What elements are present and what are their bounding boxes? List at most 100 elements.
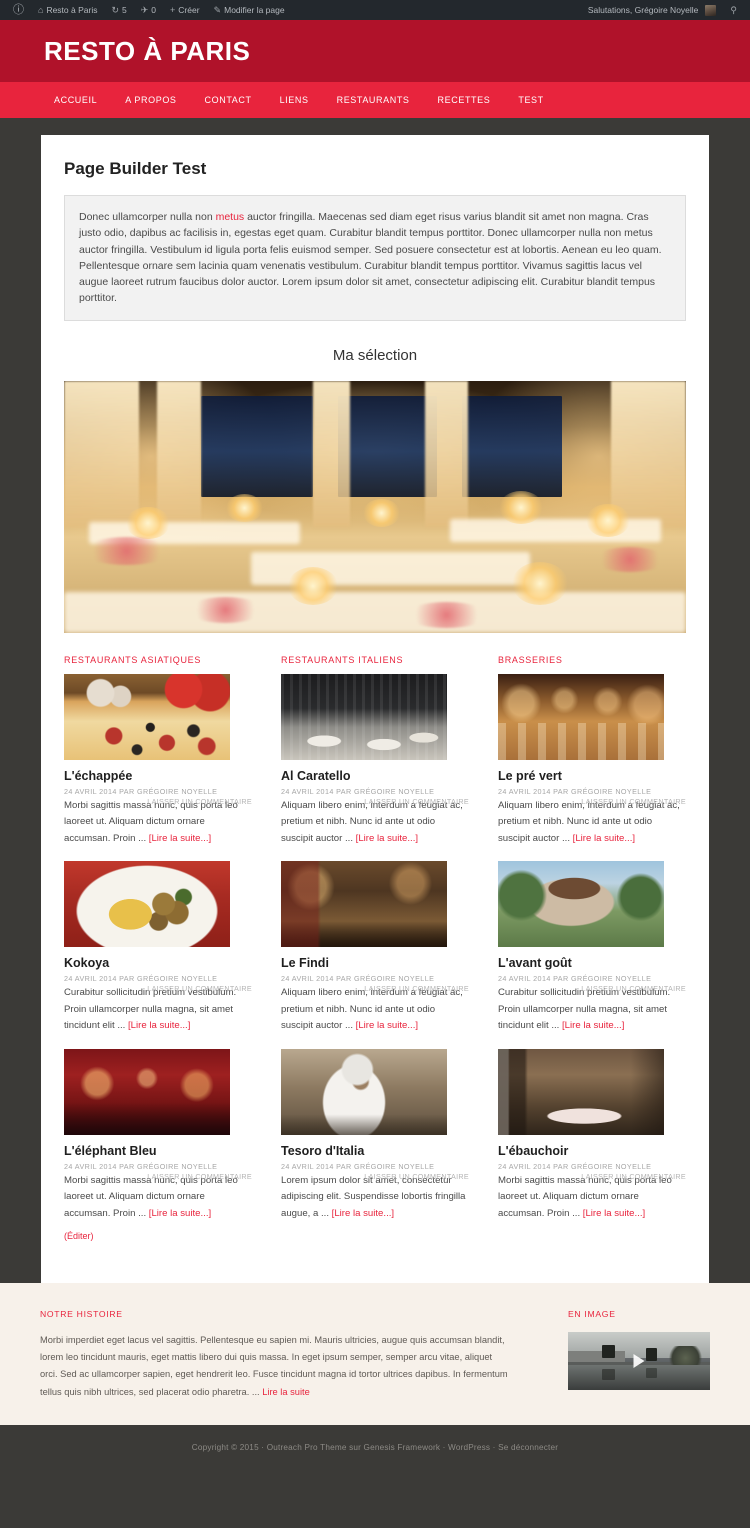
read-more-link[interactable]: [Lire la suite...] xyxy=(128,1020,190,1031)
post-meta: 24 AVRIL 2014 PAR GRÉGOIRE NOYELLE xyxy=(64,974,218,984)
copyright-text: Copyright © 2015 · Outreach Pro Theme su… xyxy=(191,1443,559,1453)
content-card: Page Builder Test Donec ullamcorper null… xyxy=(41,135,709,1284)
page-wrapper: Page Builder Test Donec ullamcorper null… xyxy=(0,118,750,1284)
video-figure-reflection xyxy=(646,1368,658,1379)
post-body: 24 AVRIL 2014 PAR GRÉGOIRE NOYELLE LAISS… xyxy=(281,1162,469,1223)
column-heading: RESTAURANTS ASIATIQUES xyxy=(64,654,202,665)
hero-candle xyxy=(511,562,568,605)
edit-page-label: Modifier la page xyxy=(224,5,285,15)
comment-link[interactable]: LAISSER UN COMMENTAIRE xyxy=(581,984,686,993)
read-more-link[interactable]: [Lire la suite...] xyxy=(332,1208,394,1219)
admin-bar-search-button[interactable]: ⚲ xyxy=(723,0,744,20)
new-content-menu[interactable]: + Créer xyxy=(163,0,207,20)
my-account-menu[interactable]: Salutations, Grégoire Noyelle xyxy=(581,0,724,20)
wp-admin-bar: ⓘ ⌂ Resto à Paris ↻ 5 ✈ 0 + Créer ✎ Modi… xyxy=(0,0,750,20)
play-icon[interactable] xyxy=(633,1354,645,1369)
post-title[interactable]: Kokoya xyxy=(64,956,252,970)
comment-link[interactable]: LAISSER UN COMMENTAIRE xyxy=(364,984,469,993)
comment-link[interactable]: LAISSER UN COMMENTAIRE xyxy=(364,797,469,806)
post-meta: 24 AVRIL 2014 PAR GRÉGOIRE NOYELLE xyxy=(281,786,435,796)
hero-flowers xyxy=(188,597,264,623)
hero-flowers xyxy=(82,536,170,565)
updates-menu[interactable]: ↻ 5 xyxy=(104,0,133,20)
hero-window xyxy=(462,395,562,497)
chef-cooking-image[interactable] xyxy=(281,1048,447,1135)
red-dining-room-image[interactable] xyxy=(64,1048,230,1135)
read-more-link[interactable]: [Lire la suite...] xyxy=(562,1020,624,1031)
nav-item-test[interactable]: TEST xyxy=(504,95,557,105)
comment-link[interactable]: LAISSER UN COMMENTAIRE xyxy=(147,1172,252,1181)
site-header: RESTO À PARIS xyxy=(0,20,750,82)
read-more-link[interactable]: [Lire la suite...] xyxy=(583,1208,645,1219)
comments-count: 0 xyxy=(151,5,157,15)
post-body: 24 AVRIL 2014 PAR GRÉGOIRE NOYELLE LAISS… xyxy=(64,787,252,848)
hero-candle xyxy=(287,567,338,605)
post-item: Le Findi 24 AVRIL 2014 PAR GRÉGOIRE NOYE… xyxy=(281,861,469,1035)
post-meta: 24 AVRIL 2014 PAR GRÉGOIRE NOYELLE xyxy=(281,1161,435,1171)
widget-read-more-link[interactable]: Lire la suite xyxy=(262,1387,310,1397)
rustic-tavern-image[interactable] xyxy=(281,861,447,948)
post-meta: 24 AVRIL 2014 PAR GRÉGOIRE NOYELLE xyxy=(64,786,218,796)
widget-title: EN IMAGE xyxy=(568,1309,616,1320)
hero-candle xyxy=(225,493,264,522)
post-meta: 24 AVRIL 2014 PAR GRÉGOIRE NOYELLE xyxy=(498,786,652,796)
nav-item-a-propos[interactable]: A PROPOS xyxy=(111,95,190,105)
nav-item-liens[interactable]: LIENS xyxy=(266,95,323,105)
video-figure-reflection xyxy=(602,1369,615,1380)
read-more-link[interactable]: [Lire la suite...] xyxy=(149,1208,211,1219)
comment-link[interactable]: LAISSER UN COMMENTAIRE xyxy=(147,797,252,806)
site-name-menu[interactable]: ⌂ Resto à Paris xyxy=(31,0,104,20)
comment-link[interactable]: LAISSER UN COMMENTAIRE xyxy=(364,1172,469,1181)
nav-item-contact[interactable]: CONTACT xyxy=(191,95,266,105)
admin-bar-left-group: ⓘ ⌂ Resto à Paris ↻ 5 ✈ 0 + Créer ✎ Modi… xyxy=(6,0,292,20)
post-body: 24 AVRIL 2014 PAR GRÉGOIRE NOYELLE LAISS… xyxy=(498,974,686,1035)
avatar xyxy=(705,4,717,16)
intro-rest: auctor fringilla. Maecenas sed diam eget… xyxy=(79,211,662,305)
post-title[interactable]: L'ébauchoir xyxy=(498,1144,686,1158)
read-more-link[interactable]: [Lire la suite...] xyxy=(573,833,635,844)
column-heading: RESTAURANTS ITALIENS xyxy=(281,654,404,665)
comments-menu[interactable]: ✈ 0 xyxy=(134,0,163,20)
pencil-icon: ✎ xyxy=(213,4,222,15)
widget-title: NOTRE HISTOIRE xyxy=(40,1309,123,1320)
updates-count: 5 xyxy=(122,5,127,15)
post-title[interactable]: L'avant goût xyxy=(498,956,686,970)
post-title[interactable]: Tesoro d'Italia xyxy=(281,1144,469,1158)
comment-link[interactable]: LAISSER UN COMMENTAIRE xyxy=(147,984,252,993)
plated-dish-image[interactable] xyxy=(64,861,230,948)
column-brasseries: BRASSERIES Le pré vert 24 AVRIL 2014 PAR… xyxy=(498,655,686,1256)
bistro-table-image[interactable] xyxy=(498,1048,664,1135)
post-item: L'avant goût 24 AVRIL 2014 PAR GRÉGOIRE … xyxy=(498,861,686,1035)
nav-item-recettes[interactable]: RECETTES xyxy=(424,95,505,105)
skateboarder-video-thumbnail[interactable] xyxy=(568,1332,710,1391)
post-title[interactable]: L'éléphant Bleu xyxy=(64,1144,252,1158)
video-water-reflection xyxy=(568,1364,710,1391)
read-more-link[interactable]: [Lire la suite...] xyxy=(356,1020,418,1031)
site-title[interactable]: RESTO À PARIS xyxy=(44,36,250,67)
post-title[interactable]: L'échappée xyxy=(64,769,252,783)
nav-item-accueil[interactable]: ACCUEIL xyxy=(44,95,111,105)
post-title[interactable]: Al Caratello xyxy=(281,769,469,783)
edit-post-link[interactable]: (Éditer) xyxy=(64,1231,252,1241)
post-title[interactable]: Le Findi xyxy=(281,956,469,970)
read-more-link[interactable]: [Lire la suite...] xyxy=(149,833,211,844)
intro-metus-link[interactable]: metus xyxy=(216,211,245,223)
primary-navigation: ACCUEIL A PROPOS CONTACT LIENS RESTAURAN… xyxy=(0,82,750,118)
post-item: L'éléphant Bleu 24 AVRIL 2014 PAR GRÉGOI… xyxy=(64,1048,252,1241)
wordpress-logo-menu[interactable]: ⓘ xyxy=(6,0,31,20)
nav-item-restaurants[interactable]: RESTAURANTS xyxy=(323,95,424,105)
post-item: L'ébauchoir 24 AVRIL 2014 PAR GRÉGOIRE N… xyxy=(498,1048,686,1223)
widget-text: Morbi imperdiet eget lacus vel sagittis.… xyxy=(40,1332,510,1401)
pizza-image[interactable] xyxy=(64,673,230,760)
read-more-link[interactable]: [Lire la suite...] xyxy=(356,833,418,844)
edit-page-menu[interactable]: ✎ Modifier la page xyxy=(207,0,292,20)
post-item: L'échappée 24 AVRIL 2014 PAR GRÉGOIRE NO… xyxy=(64,673,252,848)
modern-restaurant-interior-image[interactable] xyxy=(281,673,447,760)
brasserie-hall-image[interactable] xyxy=(498,673,664,760)
comment-link[interactable]: LAISSER UN COMMENTAIRE xyxy=(581,797,686,806)
post-title[interactable]: Le pré vert xyxy=(498,769,686,783)
comment-link[interactable]: LAISSER UN COMMENTAIRE xyxy=(581,1172,686,1181)
section-heading: Ma sélection xyxy=(332,346,418,364)
post-item: Tesoro d'Italia 24 AVRIL 2014 PAR GRÉGOI… xyxy=(281,1048,469,1223)
village-house-image[interactable] xyxy=(498,861,664,948)
